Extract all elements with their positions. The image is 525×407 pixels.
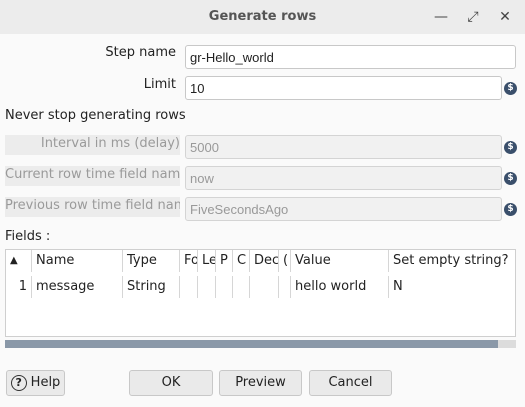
previous-row-label: Previous row time field name [5, 197, 180, 217]
preview-button[interactable]: Preview [219, 370, 302, 396]
limit-input[interactable] [185, 76, 502, 100]
row-number: 1 [6, 276, 32, 298]
previous-row-input [185, 197, 502, 221]
column-header-currency[interactable]: C [233, 250, 250, 272]
help-button-label: Help [30, 375, 61, 390]
horizontal-scrollbar[interactable] [5, 340, 516, 348]
column-header-empty[interactable]: Set empty string? [389, 250, 515, 272]
cell-decimal[interactable] [250, 276, 279, 298]
variable-icon[interactable]: $ [504, 203, 517, 216]
step-name-label: Step name [105, 45, 176, 60]
help-button[interactable]: ? Help [6, 370, 65, 396]
ok-button[interactable]: OK [129, 370, 213, 396]
current-row-label: Current row time field name [5, 166, 180, 186]
cell-length[interactable] [198, 276, 216, 298]
variable-icon[interactable]: $ [504, 141, 517, 154]
maximize-icon[interactable]: ⤢ [462, 6, 484, 28]
column-header-decimal[interactable]: Dec [250, 250, 279, 272]
variable-icon[interactable]: $ [504, 82, 517, 95]
cell-name[interactable]: message [32, 276, 123, 298]
table-row[interactable]: 1 message String hello world N [6, 276, 515, 298]
fields-label: Fields : [5, 229, 51, 244]
column-header-format[interactable]: Fo [180, 250, 198, 272]
close-icon[interactable]: ✕ [494, 6, 516, 28]
cell-type[interactable]: String [123, 276, 180, 298]
cell-precision[interactable] [216, 276, 233, 298]
interval-label: Interval in ms (delay) [5, 135, 180, 155]
title-bar: Generate rows — ⤢ ✕ [0, 0, 525, 34]
column-header-num[interactable]: ▲ [6, 250, 32, 272]
interval-input [185, 135, 502, 159]
step-name-input[interactable] [185, 45, 516, 69]
column-header-group[interactable]: ( [279, 250, 291, 272]
cell-value[interactable]: hello world [291, 276, 389, 298]
minimize-icon[interactable]: — [430, 6, 452, 28]
scrollbar-thumb[interactable] [5, 340, 498, 348]
column-header-length[interactable]: Le [198, 250, 216, 272]
variable-icon[interactable]: $ [504, 172, 517, 185]
column-header-name[interactable]: Name [32, 250, 123, 272]
limit-label: Limit [143, 77, 176, 92]
help-icon: ? [10, 374, 27, 391]
cancel-button[interactable]: Cancel [309, 370, 392, 396]
cell-currency[interactable] [233, 276, 250, 298]
cell-group[interactable] [279, 276, 291, 298]
fields-table[interactable]: ▲ Name Type Fo Le P C Dec ( Value Set em… [5, 249, 516, 337]
current-row-input [185, 166, 502, 190]
column-header-precision[interactable]: P [216, 250, 233, 272]
column-header-value[interactable]: Value [291, 250, 389, 272]
column-header-type[interactable]: Type [123, 250, 180, 272]
table-header: ▲ Name Type Fo Le P C Dec ( Value Set em… [6, 250, 515, 274]
cell-set-empty[interactable]: N [389, 276, 515, 298]
never-stop-label: Never stop generating rows [5, 108, 186, 123]
cell-format[interactable] [180, 276, 198, 298]
